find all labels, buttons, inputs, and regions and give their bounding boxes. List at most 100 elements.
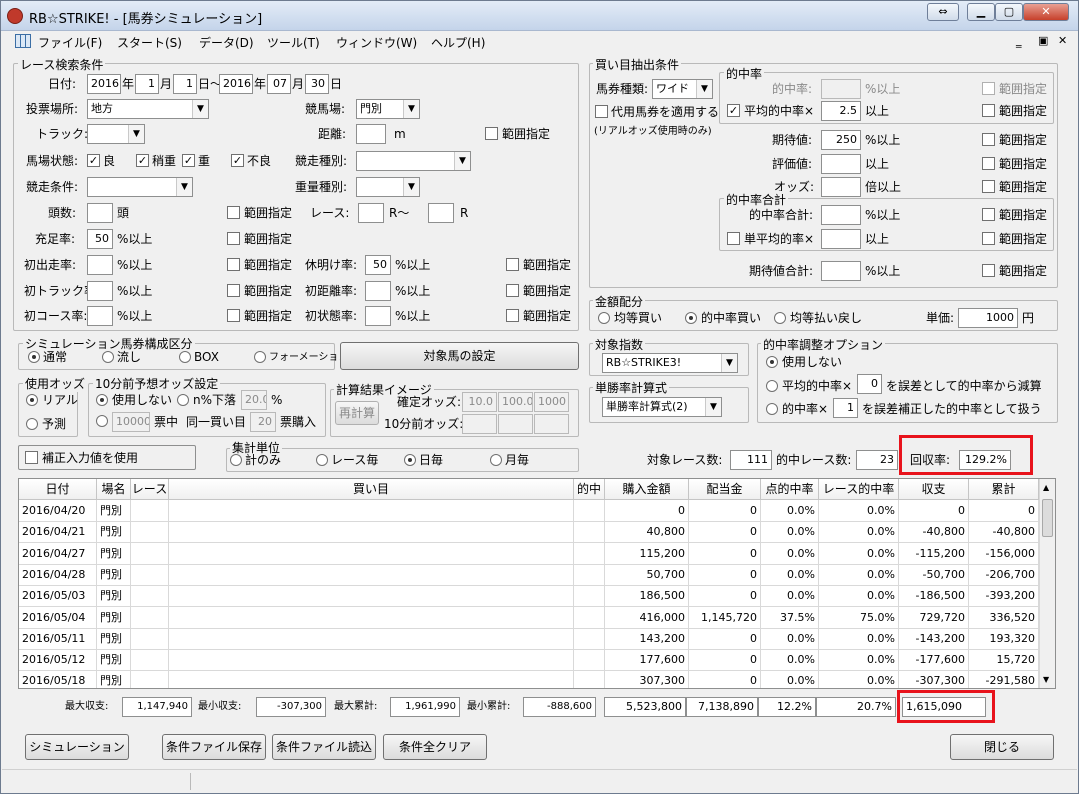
target-horse-button[interactable]: 対象馬の設定 — [340, 342, 579, 370]
adjust-hit-input[interactable]: 1 — [833, 398, 858, 418]
table-row[interactable]: 2016/04/20 門別 0 0 0.0% 0.0% 0 0 — [19, 500, 1039, 522]
menu-start[interactable]: スタート(S) — [117, 34, 182, 51]
drop-pct-input[interactable]: 20.0 — [241, 390, 267, 410]
odds-real-radio[interactable] — [26, 394, 38, 406]
heads-range-checkbox[interactable] — [227, 206, 240, 219]
vote-place-select[interactable]: 地方 ▼ — [87, 99, 209, 119]
agg-month-radio[interactable] — [490, 454, 502, 466]
col-header-hit[interactable]: 的中 — [574, 479, 605, 500]
sim-formation-radio[interactable] — [254, 351, 266, 363]
money-equal-radio[interactable] — [598, 312, 610, 324]
amount-input[interactable]: 10000 — [112, 412, 150, 432]
bet-type-select[interactable]: ワイド ▼ — [652, 79, 713, 99]
load-conditions-button[interactable]: 条件ファイル読込 — [272, 734, 376, 760]
save-conditions-button[interactable]: 条件ファイル保存 — [162, 734, 266, 760]
month-from-input[interactable]: 1 — [135, 74, 159, 94]
first-state-input[interactable] — [365, 306, 391, 326]
first-dist-input[interactable] — [365, 281, 391, 301]
pre-none-radio[interactable] — [96, 394, 108, 406]
table-row[interactable]: 2016/05/12 門別 177,600 0 0.0% 0.0% -177,600 15,7… — [19, 649, 1039, 672]
agg-total-radio[interactable] — [230, 454, 242, 466]
mdi-close-icon[interactable]: ✕ — [1058, 34, 1067, 47]
sim-flow-radio[interactable] — [102, 351, 114, 363]
rest-range-checkbox[interactable] — [506, 258, 519, 271]
cond-good-checkbox[interactable]: ✓ — [87, 154, 100, 167]
expect-total-input[interactable] — [821, 261, 861, 281]
odds-predict-radio[interactable] — [26, 418, 38, 430]
scroll-thumb[interactable] — [1042, 499, 1053, 537]
simulation-button[interactable]: シミュレーション — [25, 734, 129, 760]
total-range-checkbox[interactable] — [982, 208, 995, 221]
track-select[interactable]: ▼ — [87, 124, 145, 144]
race-kind-select[interactable]: ▼ — [356, 151, 471, 171]
vertical-scrollbar[interactable]: ▲ ▼ — [1039, 479, 1055, 688]
first-course-range-checkbox[interactable] — [227, 309, 240, 322]
eval-range-checkbox[interactable] — [982, 157, 995, 170]
fixed-odds-3[interactable]: 1000 — [534, 392, 569, 412]
first-track-input[interactable] — [87, 281, 113, 301]
col-header-buy[interactable]: 買い目 — [169, 479, 574, 500]
race-to-input[interactable] — [428, 203, 454, 223]
clear-conditions-button[interactable]: 条件全クリア — [383, 734, 487, 760]
cond-slight-checkbox[interactable]: ✓ — [136, 154, 149, 167]
col-header-payout[interactable]: 配当金 — [689, 479, 761, 500]
agg-day-radio[interactable] — [404, 454, 416, 466]
race-cond-select[interactable]: ▼ — [87, 177, 193, 197]
first-run-input[interactable] — [87, 255, 113, 275]
rest-input[interactable]: 50 — [365, 255, 391, 275]
single-avg-input[interactable] — [821, 229, 861, 249]
mdi-minimize-icon[interactable]: ‗ — [1016, 35, 1022, 48]
year-from-input[interactable]: 2016 — [87, 74, 121, 94]
same-buy-input[interactable]: 20 — [250, 412, 276, 432]
year-to-input[interactable]: 2016 — [219, 74, 253, 94]
menu-data[interactable]: データ(D) — [199, 34, 254, 51]
first-dist-range-checkbox[interactable] — [506, 284, 519, 297]
fixed-odds-2[interactable]: 100.0 — [498, 392, 533, 412]
col-header-course[interactable]: 場名 — [97, 479, 131, 500]
close-button[interactable]: ✕ — [1023, 3, 1069, 21]
pre-odds-2[interactable] — [498, 414, 533, 434]
single-avg-checkbox[interactable] — [727, 232, 740, 245]
col-header-race-rate[interactable]: レース的中率 — [819, 479, 899, 500]
eval-input[interactable] — [821, 154, 861, 174]
expect-range-checkbox[interactable] — [982, 133, 995, 146]
expect-input[interactable]: 250 — [821, 130, 861, 150]
table-row[interactable]: 2016/05/04 門別 416,000 1,145,720 37.5% 75.0% 72… — [19, 606, 1039, 629]
restore-icon[interactable]: ⇔ — [927, 3, 959, 21]
avg-range-checkbox[interactable] — [982, 104, 995, 117]
weight-select[interactable]: ▼ — [356, 177, 420, 197]
money-payback-radio[interactable] — [774, 312, 786, 324]
month-to-input[interactable]: 07 — [267, 74, 291, 94]
adjust-hit-radio[interactable] — [766, 403, 778, 415]
minimize-button[interactable]: ▁ — [967, 3, 995, 21]
table-row[interactable]: 2016/05/18 門別 307,300 0 0.0% 0.0% -307,300 -291… — [19, 670, 1039, 688]
avg-hit-input[interactable]: 2.5 — [821, 101, 861, 121]
pre-amount-radio[interactable] — [96, 415, 108, 427]
pre-drop-radio[interactable] — [177, 394, 189, 406]
col-header-cumulative[interactable]: 累計 — [969, 479, 1039, 500]
mdi-restore-icon[interactable]: ▣ — [1038, 34, 1048, 47]
sim-box-radio[interactable] — [179, 351, 191, 363]
pre-odds-3[interactable] — [534, 414, 569, 434]
single-avg-range-checkbox[interactable] — [982, 232, 995, 245]
recalc-button[interactable]: 再計算 — [335, 401, 379, 425]
maximize-button[interactable]: ▢ — [995, 3, 1023, 21]
expect-total-range-checkbox[interactable] — [982, 264, 995, 277]
single-formula-select[interactable]: 単勝率計算式(2) ▼ — [602, 397, 722, 417]
agg-race-radio[interactable] — [316, 454, 328, 466]
distance-range-checkbox[interactable] — [485, 127, 498, 140]
close-dialog-button[interactable]: 閉じる — [950, 734, 1054, 760]
odds-range-checkbox[interactable] — [982, 180, 995, 193]
table-row[interactable]: 2016/04/28 門別 50,700 0 0.0% 0.0% -50,700 -206,7… — [19, 563, 1039, 586]
menu-tools[interactable]: ツール(T) — [267, 34, 320, 51]
first-state-range-checkbox[interactable] — [506, 309, 519, 322]
day-from-input[interactable]: 1 — [173, 74, 197, 94]
first-track-range-checkbox[interactable] — [227, 284, 240, 297]
money-hit-radio[interactable] — [685, 312, 697, 324]
substitute-checkbox[interactable] — [595, 105, 608, 118]
index-select[interactable]: RB☆STRIKE3! ▼ — [602, 353, 738, 373]
total-input[interactable] — [821, 205, 861, 225]
fill-rate-input[interactable]: 50 — [87, 229, 113, 249]
scroll-down-icon[interactable]: ▼ — [1043, 675, 1049, 684]
first-run-range-checkbox[interactable] — [227, 258, 240, 271]
